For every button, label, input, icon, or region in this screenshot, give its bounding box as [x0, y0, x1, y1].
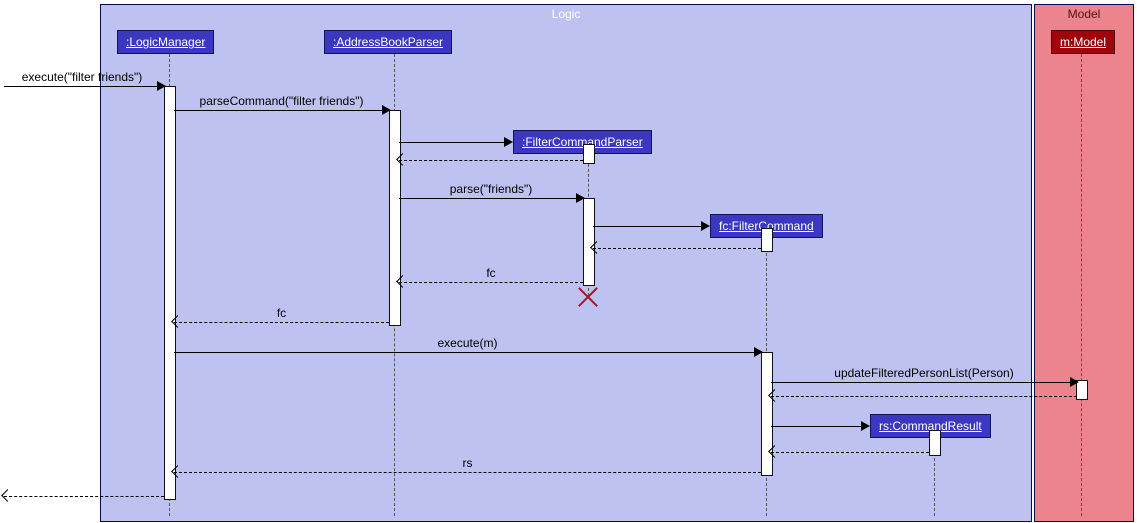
msg-update-list-label: updateFilteredPersonList(Person) [834, 366, 1013, 380]
activation-filter-command-1 [761, 228, 773, 252]
frame-model-title: Model [1068, 7, 1101, 21]
msg-return-fc2-label: fc [277, 306, 286, 320]
msg-execute-label: execute("filter friends") [22, 70, 143, 84]
frame-logic: Logic [100, 4, 1032, 522]
activation-fc-parser-2 [583, 198, 595, 286]
msg-return-fc1-label: fc [486, 266, 495, 280]
msg-execute-m-label: execute(m) [437, 336, 497, 350]
activation-logic-manager [164, 86, 176, 500]
msg-parse-friends-label: parse("friends") [450, 182, 533, 196]
msg-parse-command-label: parseCommand("filter friends") [200, 94, 364, 108]
participant-logic-manager: :LogicManager [117, 30, 214, 54]
activation-filter-command-2 [761, 352, 773, 476]
frame-logic-title: Logic [552, 7, 581, 21]
msg-return-rs-label: rs [463, 456, 473, 470]
sequence-diagram: Logic Model :LogicManager :AddressBookPa… [0, 0, 1137, 523]
frame-model: Model [1034, 4, 1134, 522]
activation-command-result [929, 430, 941, 456]
destroy-fc-parser-icon [577, 286, 599, 308]
participant-model: m:Model [1051, 30, 1115, 54]
participant-ab-parser: :AddressBookParser [324, 30, 452, 54]
lifeline-model [1081, 54, 1082, 516]
activation-fc-parser-1 [583, 144, 595, 164]
